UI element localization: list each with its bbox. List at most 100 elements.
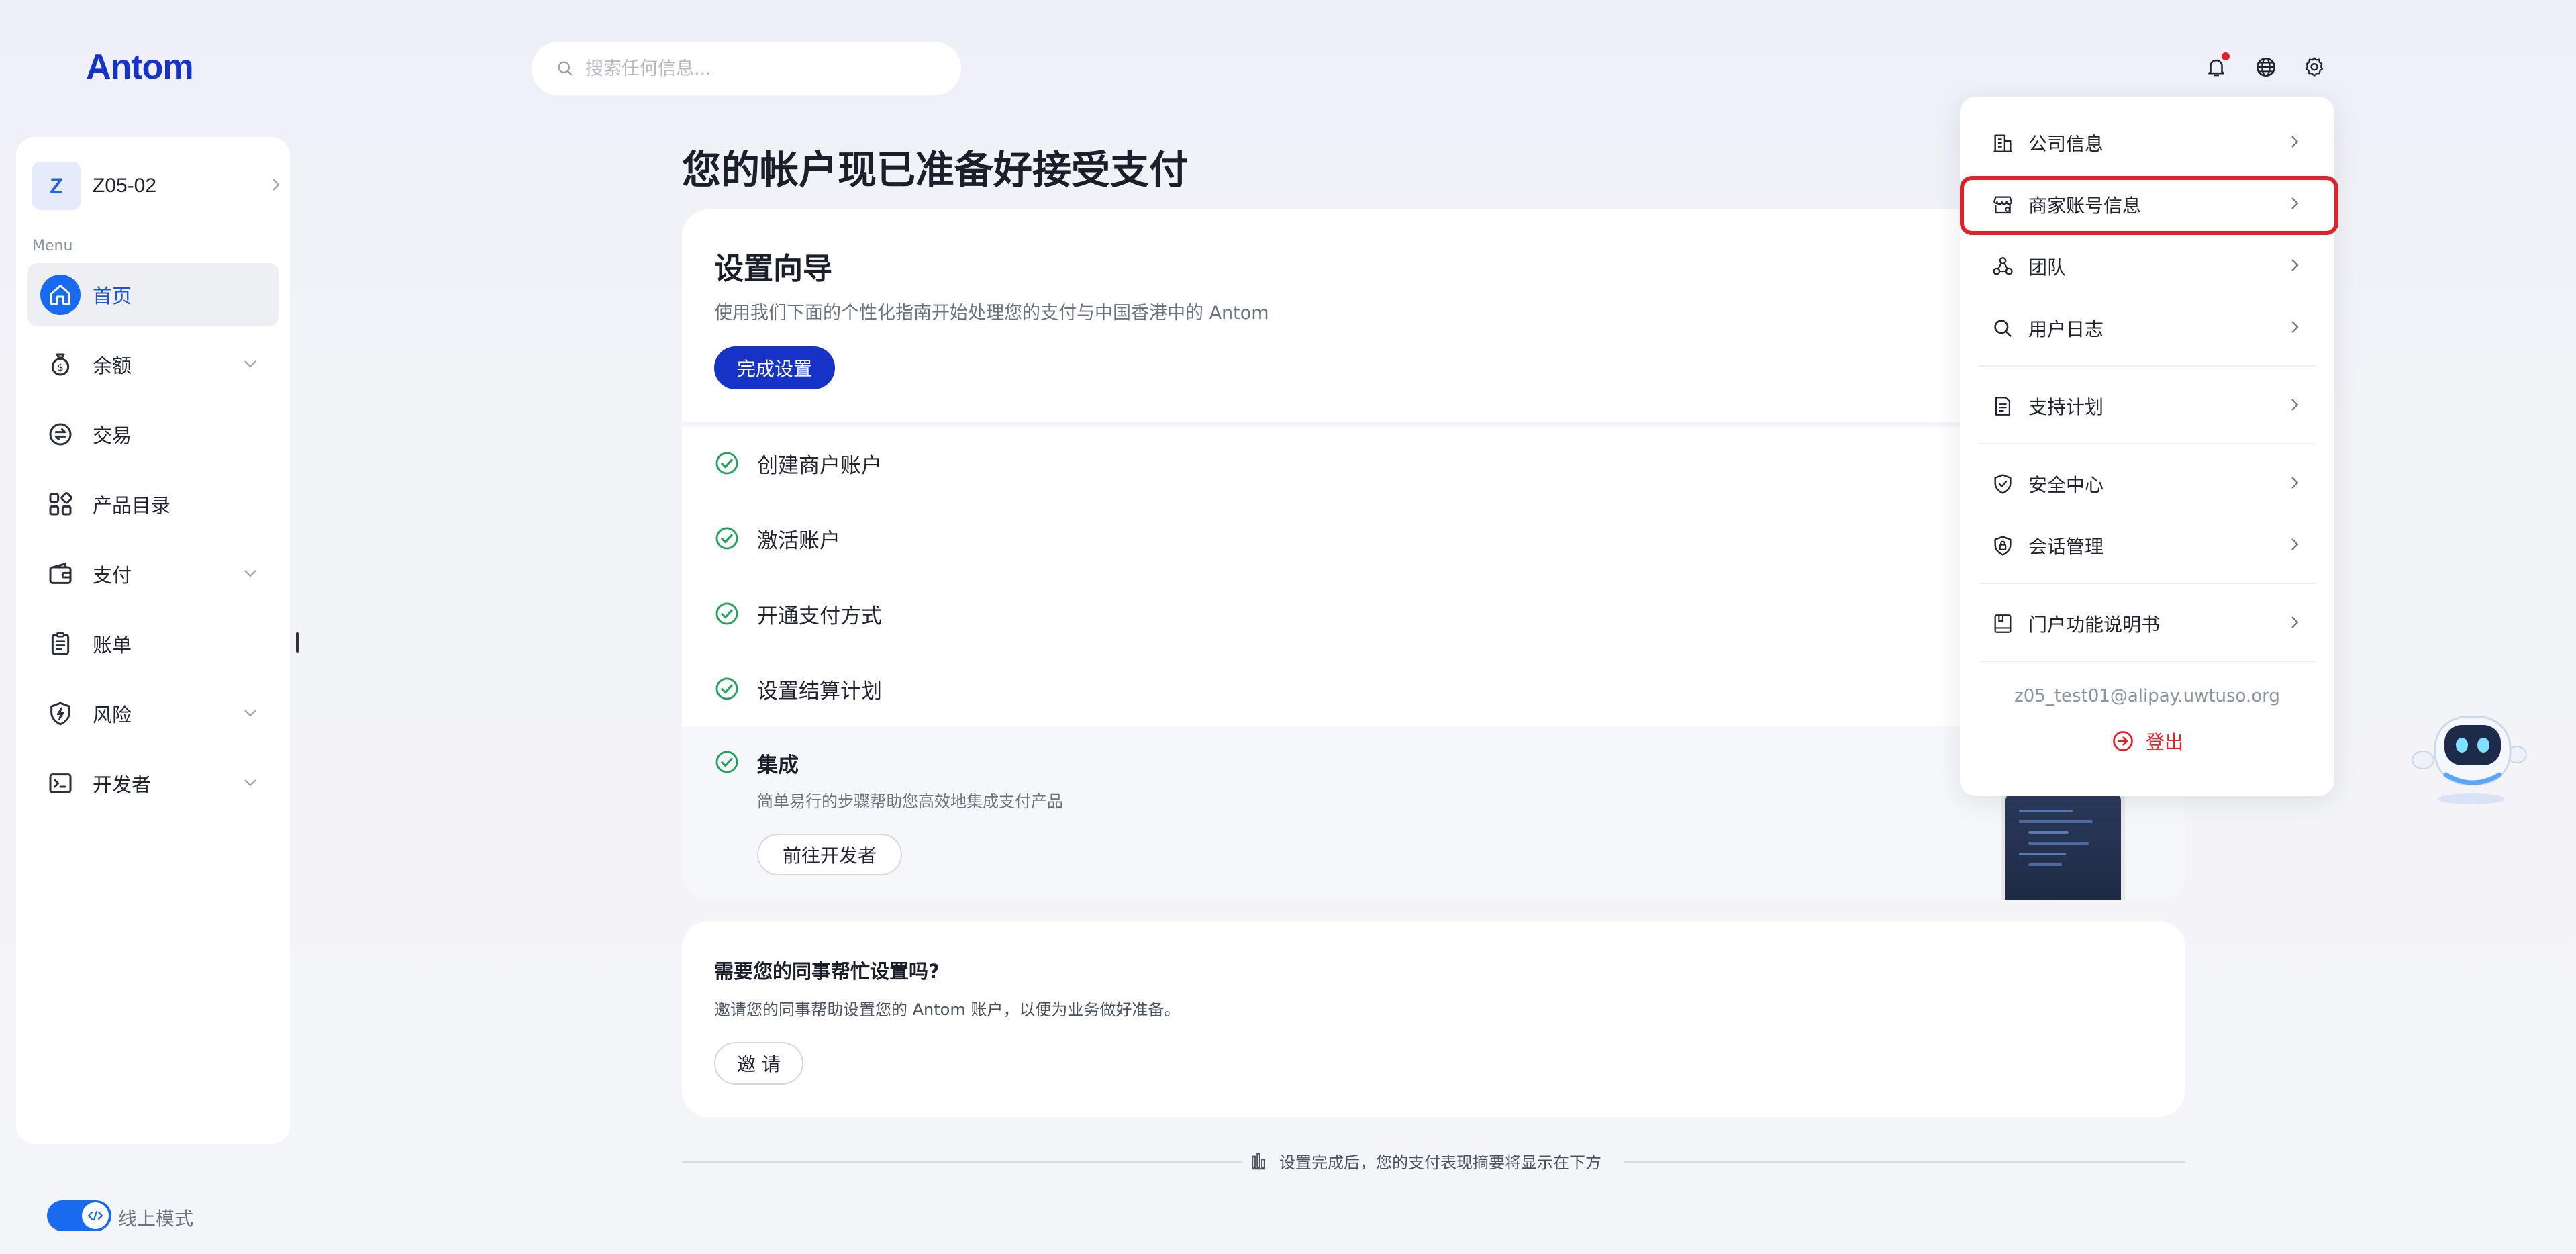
language-button[interactable] [2250, 51, 2282, 83]
chevron-right-icon [271, 175, 281, 197]
search-icon [556, 59, 575, 78]
user-email: z05_test01@alipay.uwtuso.org [2014, 686, 2280, 706]
setup-step-settlement-plan[interactable]: 设置结算计划 [714, 669, 1855, 709]
sidebar-item-catalog[interactable]: 产品目录 [27, 473, 279, 536]
shield-check-icon [1989, 471, 2016, 497]
sidebar-item-balance[interactable]: $ 余额 [27, 333, 279, 396]
check-circle-icon [714, 749, 740, 775]
menu-item-label: 门户功能说明书 [2028, 614, 2161, 636]
sidebar-item-label: 支付 [93, 564, 132, 587]
sidebar-item-developer[interactable]: 开发者 [27, 752, 279, 815]
chevron-right-icon [2290, 536, 2299, 555]
assistant-robot-icon[interactable] [2406, 705, 2533, 806]
complete-setup-button[interactable]: 完成设置 [714, 346, 836, 389]
highlight-box [1960, 176, 2338, 235]
terminal-icon [40, 763, 81, 804]
chevron-right-icon [2290, 475, 2299, 493]
menu-item-company-info[interactable]: 公司信息 [1979, 119, 2316, 166]
sidebar: Z Z05-02 Menu 首页 $ 余额 交易 产品目录 支付 账单 风险 开… [16, 137, 290, 1144]
divider [1979, 583, 2316, 584]
menu-item-user-logs[interactable]: 用户日志 [1979, 305, 2316, 352]
gear-icon [2303, 56, 2326, 79]
setup-step-activate-account[interactable]: 激活账户 [714, 518, 1855, 559]
logout-icon [2111, 729, 2135, 753]
menu-item-label: 安全中心 [2028, 474, 2104, 496]
integration-title: 集成 [757, 753, 799, 777]
clipboard-icon [40, 624, 81, 664]
menu-caption: Menu [32, 238, 73, 254]
money-bag-icon: $ [40, 344, 81, 385]
chevron-down-icon [243, 708, 258, 720]
settings-button[interactable] [2298, 51, 2330, 83]
sidebar-item-home[interactable]: 首页 [27, 263, 279, 326]
go-to-developer-button[interactable]: 前往开发者 [757, 834, 903, 875]
chevron-down-icon [243, 568, 258, 581]
menu-item-portal-manual[interactable]: 门户功能说明书 [1979, 600, 2316, 647]
logout-button[interactable]: 登出 [1960, 728, 2334, 755]
account-switcher[interactable]: Z Z05-02 [32, 161, 281, 211]
sidebar-item-transactions[interactable]: 交易 [27, 403, 279, 466]
logout-label: 登出 [2145, 731, 2183, 753]
avatar: Z [32, 162, 81, 210]
invite-description: 邀请您的同事帮助设置您的 Antom 账户，以便为业务做好准备。 [714, 1000, 1181, 1019]
check-circle-icon [714, 526, 740, 551]
code-icon [82, 1202, 109, 1229]
team-icon [1989, 253, 2016, 280]
sidebar-item-label: 账单 [93, 634, 132, 657]
sidebar-item-label: 开发者 [93, 773, 152, 796]
live-mode-label: 线上模式 [118, 1208, 194, 1230]
page-title: 您的帐户现已准备好接受支付 [682, 147, 1189, 193]
chevron-down-icon [243, 777, 258, 790]
chevron-right-icon [2290, 134, 2299, 152]
menu-item-team[interactable]: 团队 [1979, 243, 2316, 290]
account-name: Z05-02 [93, 175, 157, 197]
check-circle-icon [714, 450, 740, 476]
step-label: 开通支付方式 [757, 604, 882, 628]
divider [1624, 1161, 2185, 1163]
globe-icon [2255, 56, 2277, 79]
sidebar-item-risk[interactable]: 风险 [27, 682, 279, 745]
chevron-down-icon [243, 358, 258, 371]
divider [1979, 365, 2316, 367]
menu-item-session-management[interactable]: 会话管理 [1979, 522, 2316, 569]
live-mode-toggle[interactable] [47, 1200, 111, 1231]
shield-lock-icon [1989, 532, 2016, 559]
wallet-icon [40, 554, 81, 594]
divider [1979, 661, 2316, 662]
antom-logo[interactable]: Antom [86, 47, 194, 87]
menu-item-security-center[interactable]: 安全中心 [1979, 461, 2316, 508]
check-circle-icon [714, 676, 740, 702]
step-label: 激活账户 [757, 528, 840, 553]
exchange-icon [40, 414, 81, 454]
sidebar-collapse-handle[interactable] [296, 632, 299, 653]
invite-button[interactable]: 邀 请 [714, 1042, 803, 1085]
footer-note-text: 设置完成后，您的支付表现摘要将显示在下方 [1279, 1153, 1601, 1172]
menu-item-label: 公司信息 [2028, 133, 2104, 155]
menu-item-label: 团队 [2028, 256, 2067, 279]
menu-item-label: 会话管理 [2028, 536, 2104, 558]
sidebar-item-label: 交易 [93, 424, 132, 447]
sidebar-item-label: 风险 [93, 704, 132, 726]
sidebar-item-label: 余额 [93, 354, 132, 377]
sidebar-item-payments[interactable]: 支付 [27, 542, 279, 606]
sidebar-item-bills[interactable]: 账单 [27, 612, 279, 675]
setup-step-payment-methods[interactable]: 开通支付方式 [714, 593, 1855, 634]
menu-item-label: 用户日志 [2028, 318, 2104, 340]
chevron-right-icon [2290, 319, 2299, 338]
setup-step-create-account[interactable]: 创建商户账户 [714, 443, 1855, 483]
book-icon [1989, 610, 2016, 637]
notification-button[interactable] [2200, 51, 2232, 83]
chevron-right-icon [2290, 257, 2299, 276]
setup-title: 设置向导 [714, 252, 832, 286]
footer-note: 设置完成后，您的支付表现摘要将显示在下方 [1248, 1149, 1601, 1173]
menu-item-label: 支持计划 [2028, 396, 2104, 418]
search-input[interactable] [584, 57, 936, 80]
check-circle-icon [714, 601, 740, 626]
notification-dot [2222, 52, 2230, 60]
chevron-right-icon [2290, 614, 2299, 633]
bar-chart-icon [1248, 1151, 1269, 1171]
search-bar[interactable] [532, 42, 961, 95]
invite-card: 需要您的同事帮忙设置吗? 邀请您的同事帮助设置您的 Antom 账户，以便为业务… [682, 921, 2185, 1117]
chevron-right-icon [2290, 397, 2299, 416]
menu-item-support-plan[interactable]: 支持计划 [1979, 383, 2316, 430]
